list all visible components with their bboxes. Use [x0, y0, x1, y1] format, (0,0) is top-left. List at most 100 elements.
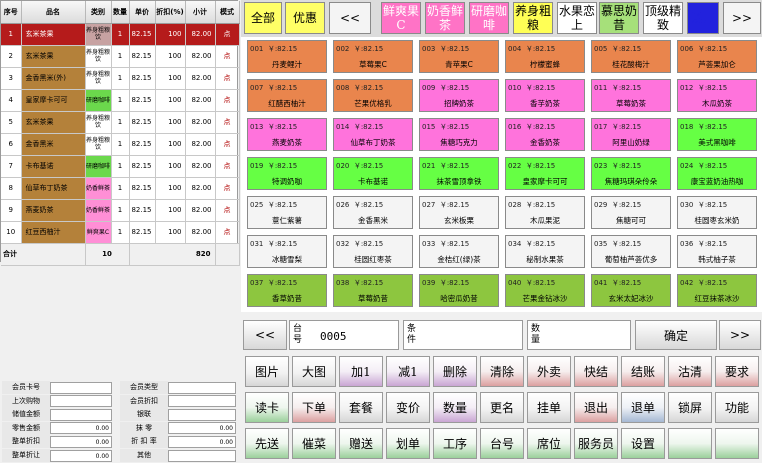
member-field-value[interactable]: 0.00	[50, 422, 112, 435]
dish-button[interactable]: 016 ￥:82.15 金香奶茶	[505, 118, 585, 151]
function-button[interactable]: 读卡	[245, 392, 289, 423]
order-row[interactable]: 2 玄米茶果 养身粗粮饮 1 82.15 100 82.00 点	[1, 45, 240, 68]
function-button[interactable]: 席位	[527, 428, 571, 459]
function-button[interactable]: 设置	[621, 428, 665, 459]
dish-button[interactable]: 032 ￥:82.15 桂圆红枣茶	[333, 235, 413, 268]
function-button[interactable]: 套餐	[339, 392, 383, 423]
function-button[interactable]: 退出	[574, 392, 618, 423]
function-button[interactable]: 功能	[715, 392, 759, 423]
confirm-button[interactable]: 确定	[635, 320, 717, 350]
category-tab[interactable]: 优惠	[285, 2, 325, 34]
dish-button[interactable]: 038 ￥:82.15 草莓奶昔	[333, 274, 413, 307]
function-button[interactable]: 锁屏	[668, 392, 712, 423]
function-button[interactable]: 数量	[433, 392, 477, 423]
dish-button[interactable]: 042 ￥:82.15 红豆抹茶冰沙	[677, 274, 757, 307]
function-button[interactable]: 更名	[480, 392, 524, 423]
col-header-price[interactable]: 单价	[129, 1, 156, 24]
col-header-discount[interactable]: 折扣(%)	[155, 1, 186, 24]
dish-button[interactable]: 014 ￥:82.15 仙草布丁奶茶	[333, 118, 413, 151]
col-header-no[interactable]: 序号	[1, 1, 22, 24]
quantity-field[interactable]: 数量	[527, 320, 631, 350]
function-button[interactable]: 加1	[339, 356, 383, 387]
member-field-value[interactable]	[168, 381, 236, 394]
dish-button[interactable]: 027 ￥:82.15 玄米板栗	[419, 196, 499, 229]
dish-button[interactable]: 028 ￥:82.15 木瓜果泥	[505, 196, 585, 229]
order-row[interactable]: 1 玄米茶果 养身粗粮饮 1 82.15 100 82.00 点	[1, 23, 240, 46]
dish-button[interactable]: 017 ￥:82.15 阿里山奶绿	[591, 118, 671, 151]
dish-button[interactable]: 021 ￥:82.15 抹茶雪顶拿铁	[419, 157, 499, 190]
function-button[interactable]: 清除	[480, 356, 524, 387]
function-button[interactable]	[668, 428, 712, 459]
category-next-button[interactable]: >>	[723, 2, 761, 34]
dish-button[interactable]: 005 ￥:82.15 桂花酸梅汁	[591, 40, 671, 73]
dish-button[interactable]: 002 ￥:82.15 草莓果C	[333, 40, 413, 73]
function-button[interactable]: 退单	[621, 392, 665, 423]
dish-button[interactable]: 041 ￥:82.15 玄米太妃冰沙	[591, 274, 671, 307]
dish-button[interactable]: 023 ￥:82.15 焦糖玛琪朵伶朵	[591, 157, 671, 190]
order-row[interactable]: 9 燕麦奶茶 奶香鲜茶 1 82.15 100 82.00 点	[1, 199, 240, 222]
dish-button[interactable]: 013 ￥:82.15 燕麦奶茶	[247, 118, 327, 151]
dish-button[interactable]: 024 ￥:82.15 康宝蓝奶油热咖	[677, 157, 757, 190]
category-tab[interactable]: 鲜爽果C	[381, 2, 421, 34]
member-field-value[interactable]: 0.00	[168, 422, 236, 435]
next-page-button[interactable]: >>	[719, 320, 761, 350]
function-button[interactable]: 赠送	[339, 428, 383, 459]
dish-button[interactable]: 009 ￥:82.15 招牌奶茶	[419, 79, 499, 112]
category-tab[interactable]: 顶级精致	[643, 2, 683, 34]
dish-button[interactable]: 004 ￥:82.15 柠檬蜜蜂	[505, 40, 585, 73]
function-button[interactable]: 变价	[386, 392, 430, 423]
category-tab[interactable]: 研磨咖啡	[469, 2, 509, 34]
order-row[interactable]: 4 皇家摩卡可可 研磨咖啡 1 82.15 100 82.00 点	[1, 89, 240, 112]
dish-button[interactable]: 031 ￥:82.15 冰糖雪梨	[247, 235, 327, 268]
dish-button[interactable]: 011 ￥:82.15 草莓奶茶	[591, 79, 671, 112]
dish-button[interactable]: 033 ￥:82.15 金桔红(绿)茶	[419, 235, 499, 268]
dish-button[interactable]: 026 ￥:82.15 金香黑米	[333, 196, 413, 229]
member-field-value[interactable]	[168, 395, 236, 408]
function-button[interactable]: 图片	[245, 356, 289, 387]
col-header-qty[interactable]: 数量	[111, 1, 130, 24]
function-button[interactable]: 大图	[292, 356, 336, 387]
function-button[interactable]: 催菜	[292, 428, 336, 459]
dish-button[interactable]: 035 ￥:82.15 葡萄柚芦荟优多	[591, 235, 671, 268]
dish-button[interactable]: 029 ￥:82.15 焦糖可可	[591, 196, 671, 229]
function-button[interactable]: 下单	[292, 392, 336, 423]
dish-button[interactable]: 001 ￥:82.15 丹麦鲤汁	[247, 40, 327, 73]
function-button[interactable]: 结账	[621, 356, 665, 387]
member-field-value[interactable]	[50, 395, 112, 408]
col-header-name[interactable]: 品名	[21, 1, 86, 24]
dish-button[interactable]: 025 ￥:82.15 薏仁紫薯	[247, 196, 327, 229]
order-row[interactable]: 7 卡布基诺 研磨咖啡 1 82.15 100 82.00 点	[1, 155, 240, 178]
category-tab[interactable]: 全部	[244, 2, 282, 34]
function-button[interactable]: 台号	[480, 428, 524, 459]
function-button[interactable]	[715, 428, 759, 459]
function-button[interactable]: 挂单	[527, 392, 571, 423]
dish-button[interactable]: 015 ￥:82.15 焦糖巧克力	[419, 118, 499, 151]
category-tab[interactable]: 慕思奶昔	[599, 2, 639, 34]
dish-button[interactable]: 003 ￥:82.15 青苹果C	[419, 40, 499, 73]
order-row[interactable]: 5 玄米茶果 养身粗粮饮 1 82.15 100 82.00 点	[1, 111, 240, 134]
dish-button[interactable]: 034 ￥:82.15 秘制水果茶	[505, 235, 585, 268]
dish-button[interactable]: 037 ￥:82.15 香草奶昔	[247, 274, 327, 307]
function-button[interactable]: 工序	[433, 428, 477, 459]
dish-button[interactable]: 008 ￥:82.15 芒果优格乳	[333, 79, 413, 112]
category-tab[interactable]: 养身粗粮	[513, 2, 553, 34]
dish-button[interactable]: 018 ￥:82.15 美式黑咖啡	[677, 118, 757, 151]
dish-button[interactable]: 019 ￥:82.15 特调奶咖	[247, 157, 327, 190]
function-button[interactable]: 先送	[245, 428, 289, 459]
col-header-subtotal[interactable]: 小计	[185, 1, 216, 24]
dish-button[interactable]: 006 ￥:82.15 芦荟果加仑	[677, 40, 757, 73]
order-row[interactable]: 10 红豆西柚汁 鲜爽果C 1 82.15 100 82.00 点	[1, 221, 240, 244]
dish-button[interactable]: 012 ￥:82.15 木瓜奶茶	[677, 79, 757, 112]
dish-button[interactable]: 039 ￥:82.15 哈密瓜奶昔	[419, 274, 499, 307]
dish-button[interactable]: 030 ￥:82.15 桂圆枣玄米奶	[677, 196, 757, 229]
function-button[interactable]: 划单	[386, 428, 430, 459]
condition-field[interactable]: 条件	[403, 320, 523, 350]
category-tab[interactable]: 水果恋上	[557, 2, 597, 34]
category-tab[interactable]: 奶香鲜茶	[425, 2, 465, 34]
function-button[interactable]: 要求	[715, 356, 759, 387]
function-button[interactable]: 沽清	[668, 356, 712, 387]
member-field-value[interactable]: 0.00	[50, 435, 112, 448]
dish-button[interactable]: 010 ￥:82.15 香芋奶茶	[505, 79, 585, 112]
function-button[interactable]: 快结	[574, 356, 618, 387]
function-button[interactable]: 减1	[386, 356, 430, 387]
